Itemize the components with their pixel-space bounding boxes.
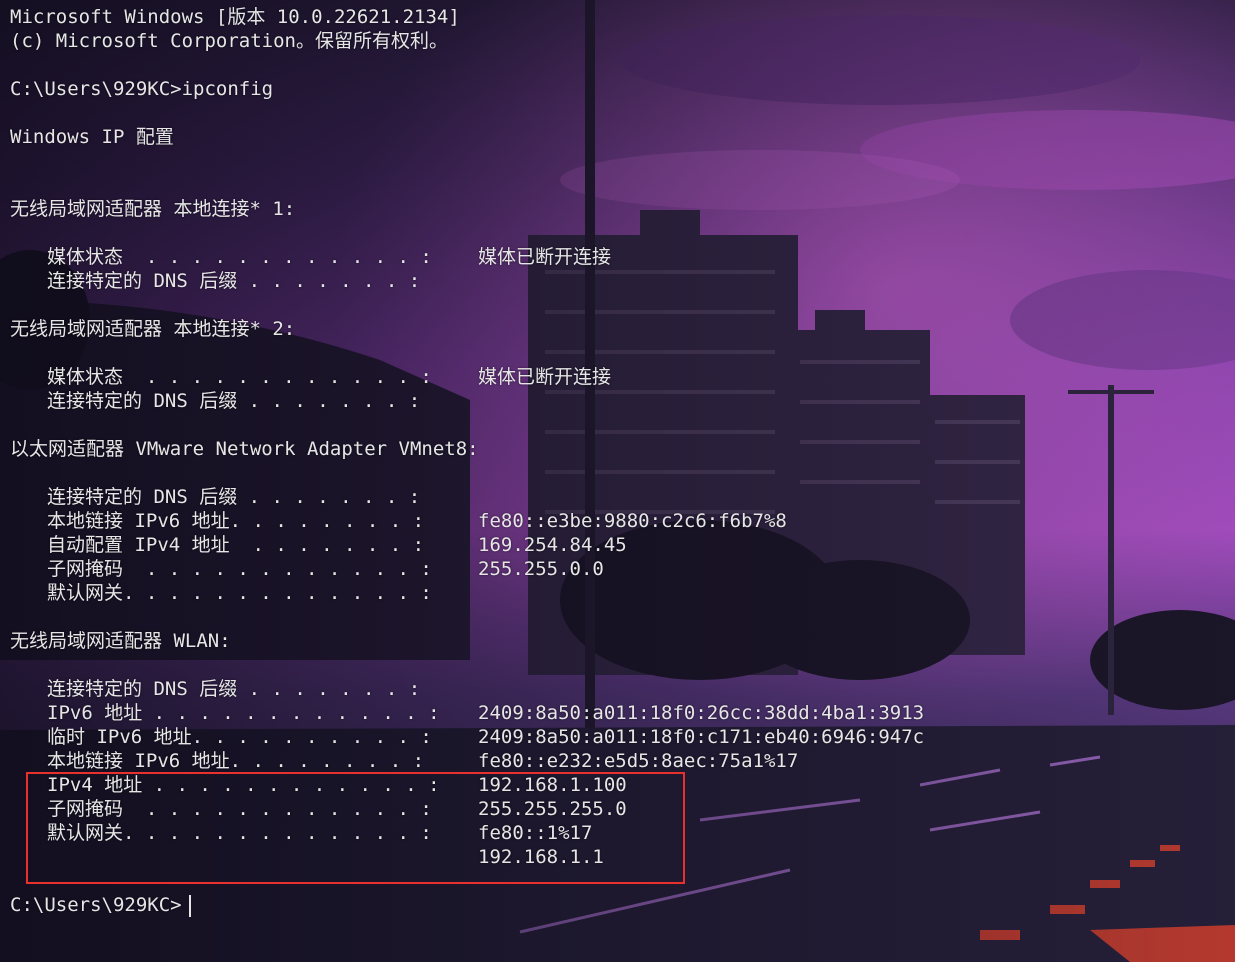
- text-cursor: [189, 895, 191, 917]
- command-line: C:\Users\929KC>ipconfig: [10, 78, 274, 100]
- ipv6-link-local-value: fe80::e232:e5d5:8aec:75a1%17: [478, 750, 799, 772]
- dns-suffix-label: 连接特定的 DNS 后缀 . . . . . . . :: [47, 390, 421, 412]
- ipv6-link-local-value: fe80::e3be:9880:c2c6:f6b7%8: [478, 510, 787, 532]
- console-output[interactable]: Microsoft Windows [版本 10.0.22621.2134] (…: [0, 0, 1235, 962]
- media-state-value: 媒体已断开连接: [478, 366, 612, 388]
- dns-suffix-label: 连接特定的 DNS 后缀 . . . . . . . :: [47, 486, 421, 508]
- autoconf-ipv4-label: 自动配置 IPv4 地址 . . . . . . . :: [47, 534, 425, 556]
- subnet-mask-value: 255.255.0.0: [478, 558, 604, 580]
- version-line: Microsoft Windows [版本 10.0.22621.2134]: [10, 6, 460, 28]
- dns-suffix-label: 连接特定的 DNS 后缀 . . . . . . . :: [47, 270, 421, 292]
- ipv6-link-local-label: 本地链接 IPv6 地址. . . . . . . . :: [47, 750, 425, 772]
- media-state-label: 媒体状态 . . . . . . . . . . . . :: [47, 246, 432, 268]
- adapter-heading-vmnet8: 以太网适配器 VMware Network Adapter VMnet8:: [10, 438, 479, 460]
- adapter-heading-wlan: 无线局域网适配器 WLAN:: [10, 630, 231, 652]
- media-state-label: 媒体状态 . . . . . . . . . . . . :: [47, 366, 432, 388]
- subnet-mask-label: 子网掩码 . . . . . . . . . . . . :: [47, 558, 432, 580]
- adapter-heading-local2: 无线局域网适配器 本地连接* 2:: [10, 318, 296, 340]
- command-prompt: C:\Users\929KC>: [10, 894, 182, 916]
- ipv6-link-local-label: 本地链接 IPv6 地址. . . . . . . . :: [47, 510, 425, 532]
- output-title: Windows IP 配置: [10, 126, 174, 148]
- autoconf-ipv4-value: 169.254.84.45: [478, 534, 627, 556]
- default-gateway-label: 默认网关. . . . . . . . . . . . . :: [47, 582, 432, 604]
- ipv6-address-label: IPv6 地址 . . . . . . . . . . . . :: [47, 702, 440, 724]
- media-state-value: 媒体已断开连接: [478, 246, 612, 268]
- highlight-box: [26, 772, 685, 884]
- copyright-line: (c) Microsoft Corporation。保留所有权利。: [10, 30, 448, 52]
- dns-suffix-label: 连接特定的 DNS 后缀 . . . . . . . :: [47, 678, 421, 700]
- adapter-heading-local1: 无线局域网适配器 本地连接* 1:: [10, 198, 296, 220]
- temp-ipv6-label: 临时 IPv6 地址. . . . . . . . . . :: [47, 726, 432, 748]
- temp-ipv6-value: 2409:8a50:a011:18f0:c171:eb40:6946:947c: [478, 726, 925, 748]
- ipv6-address-value: 2409:8a50:a011:18f0:26cc:38dd:4ba1:3913: [478, 702, 925, 724]
